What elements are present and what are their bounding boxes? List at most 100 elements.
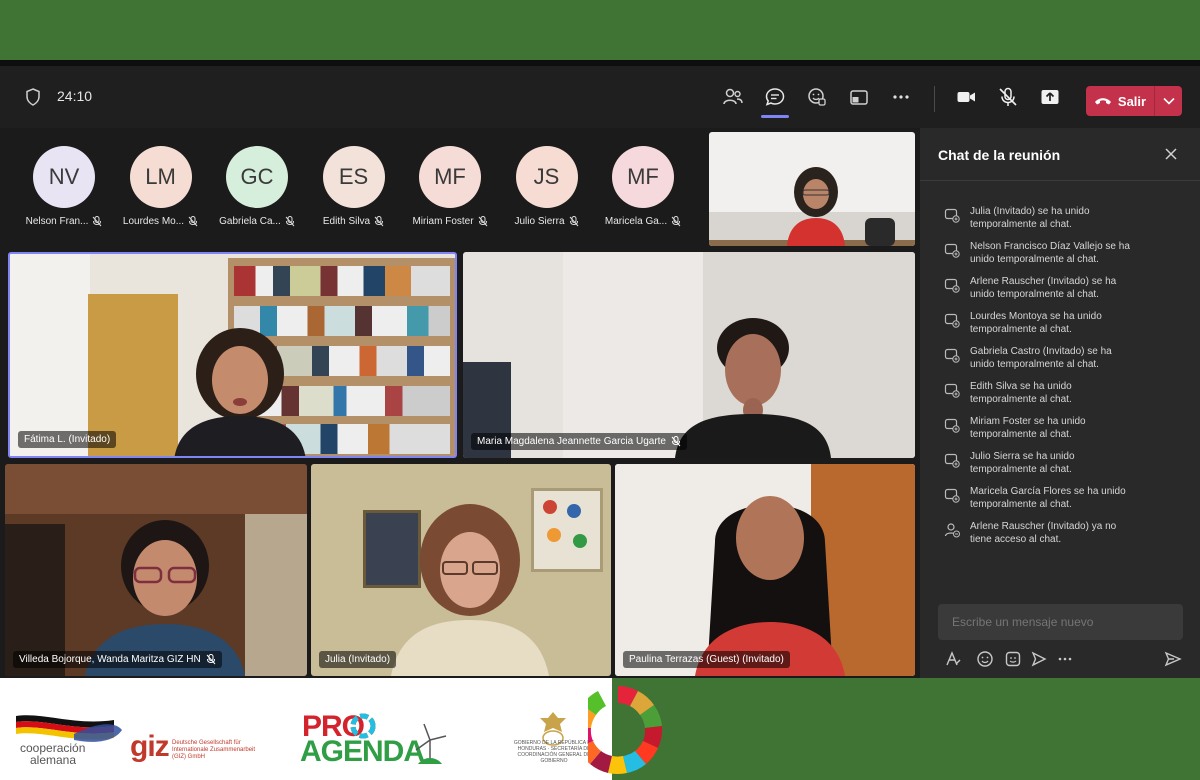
video-tile-pinned[interactable] [709, 132, 915, 246]
microphone-off-icon [478, 216, 487, 227]
loop-share-icon[interactable] [1030, 650, 1048, 668]
microphone-off-icon [999, 87, 1017, 106]
avatar-name: Maricela Ga... [604, 216, 668, 227]
avatar-name-row: Gabriela Ca... [210, 216, 304, 227]
chat-joined-icon [944, 313, 960, 328]
microphone-off-icon [206, 654, 216, 665]
avatar-name: Nelson Fran... [25, 216, 89, 227]
share-screen-button[interactable] [1037, 84, 1063, 110]
share-tray-icon [1041, 90, 1059, 104]
chat-header-divider [920, 180, 1200, 181]
reactions-button[interactable] [804, 84, 830, 110]
participant-name: Villeda Bojorque, Wanda Maritza GIZ HN [19, 654, 201, 665]
participant-name: Julia (Invitado) [325, 654, 391, 665]
meeting-timer: 24:10 [57, 88, 93, 104]
chat-panel-title: Chat de la reunión [938, 147, 1061, 163]
chat-message-text: Julio Sierra se ha unido temporalmente a… [970, 451, 1075, 475]
participant-video-figure [174, 328, 306, 456]
chat-system-message: Nelson Francisco Díaz Vallejo se ha unid… [944, 241, 1184, 266]
more-icon[interactable] [1056, 650, 1074, 668]
office-chair-shape [865, 218, 895, 246]
meeting-chat-panel: Chat de la reunión Julia (Invitado) se h… [920, 128, 1200, 684]
chat-message-text: Arlene Rauscher (Invitado) se ha unido t… [970, 276, 1117, 300]
leave-button[interactable]: Salir [1086, 86, 1182, 116]
video-tile-paulina[interactable]: Paulina Terrazas (Guest) (Invitado) [615, 464, 915, 676]
video-tile-maria[interactable]: Maria Magdalena Jeannette Garcia Ugarte [463, 252, 915, 458]
more-options-button[interactable] [888, 84, 914, 110]
chat-icon [765, 88, 785, 106]
chat-system-message: Julio Sierra se ha unido temporalmente a… [944, 451, 1184, 476]
leave-main-area[interactable]: Salir [1086, 86, 1154, 116]
participant-avatar[interactable]: LM Lourdes Mo... [114, 146, 208, 227]
participant-video-figure [787, 167, 845, 246]
view-button[interactable] [846, 84, 872, 110]
video-tile-julia[interactable]: Julia (Invitado) [311, 464, 611, 676]
video-tile-villeda[interactable]: Villeda Bojorque, Wanda Maritza GIZ HN [5, 464, 307, 676]
participant-name-tag: Fátima L. (Invitado) [18, 431, 117, 448]
participant-avatar[interactable]: MF Maricela Ga... [596, 146, 690, 227]
people-icon [723, 88, 743, 105]
participant-avatar[interactable]: MF Miriam Foster [403, 146, 497, 227]
chat-message-text: Nelson Francisco Díaz Vallejo se ha unid… [970, 241, 1130, 265]
shield-icon [26, 88, 40, 106]
participant-avatar[interactable]: NV Nelson Fran... [17, 146, 111, 227]
participant-avatar[interactable]: GC Gabriela Ca... [210, 146, 304, 227]
leave-options-dropdown[interactable] [1155, 86, 1182, 116]
chat-message-input[interactable] [938, 604, 1183, 640]
participant-avatar-strip: NV Nelson Fran... LM Lourdes Mo... GC Gabriel… [0, 128, 705, 246]
meeting-toolbar: 24:10 Salir [0, 66, 1200, 128]
chat-message-list: Julia (Invitado) se ha unido temporalmen… [944, 206, 1184, 556]
participant-name: Fátima L. (Invitado) [24, 434, 111, 445]
avatar-initials: JS [515, 146, 578, 208]
avatar-name: Gabriela Ca... [219, 216, 281, 227]
chat-message-text: Maricela García Flores se ha unido tempo… [970, 486, 1126, 510]
avatar-initials: ES [322, 146, 385, 208]
format-icon[interactable] [944, 650, 962, 668]
avatar-initials: MF [612, 146, 674, 208]
microphone-off-icon [569, 216, 578, 227]
participant-name-tag: Paulina Terrazas (Guest) (Invitado) [623, 651, 790, 668]
sticker-icon[interactable] [1004, 650, 1022, 668]
chat-system-message: Arlene Rauscher (Invitado) ya no tiene a… [944, 521, 1184, 546]
chat-compose-toolbar [944, 650, 1184, 670]
microphone-off-icon [671, 216, 681, 227]
send-icon[interactable] [1164, 650, 1182, 668]
emoji-icon[interactable] [976, 650, 994, 668]
avatar-initials: MF [419, 146, 481, 208]
chat-system-message: Lourdes Montoya se ha unido temporalment… [944, 311, 1184, 336]
chat-joined-icon [944, 348, 960, 363]
close-icon[interactable] [1163, 146, 1179, 162]
participant-video-figure [675, 318, 831, 458]
camera-button[interactable] [953, 84, 979, 110]
chat-joined-icon [944, 278, 960, 293]
participant-name: Paulina Terrazas (Guest) (Invitado) [629, 654, 784, 665]
chat-joined-icon [944, 383, 960, 398]
chat-message-text: Miriam Foster se ha unido temporalmente … [970, 416, 1086, 440]
more-icon [893, 95, 909, 99]
reaction-hand-icon [808, 88, 826, 106]
microphone-button[interactable] [995, 84, 1021, 110]
chat-system-message: Edith Silva se ha unido temporalmente al… [944, 381, 1184, 406]
meeting-stage: NV Nelson Fran... LM Lourdes Mo... GC Gabriel… [0, 128, 920, 684]
chat-button[interactable] [762, 84, 788, 110]
participant-name-tag: Maria Magdalena Jeannette Garcia Ugarte [471, 433, 687, 450]
participant-name: Maria Magdalena Jeannette Garcia Ugarte [477, 436, 666, 447]
sdg-wheel-graphic [588, 686, 663, 775]
participants-button[interactable] [720, 84, 746, 110]
chat-joined-icon [944, 418, 960, 433]
avatar-initials: LM [129, 146, 192, 208]
microphone-off-icon [374, 216, 384, 227]
participant-video-figure [391, 504, 549, 676]
avatar-initials: GC [226, 146, 288, 208]
chat-system-message: Arlene Rauscher (Invitado) se ha unido t… [944, 276, 1184, 301]
microphone-off-icon [93, 216, 102, 227]
participant-avatar[interactable]: ES Edith Silva [307, 146, 401, 227]
participant-name-tag: Villeda Bojorque, Wanda Maritza GIZ HN [13, 651, 222, 668]
participant-avatar[interactable]: JS Julio Sierra [500, 146, 594, 227]
chevron-down-icon [1162, 97, 1175, 105]
avatar-name-row: Lourdes Mo... [114, 216, 208, 227]
video-tile-fatima[interactable]: Fátima L. (Invitado) [8, 252, 457, 458]
avatar-name: Lourdes Mo... [122, 216, 185, 227]
chat-message-text: Arlene Rauscher (Invitado) ya no tiene a… [970, 521, 1117, 545]
chat-joined-icon [944, 243, 960, 258]
